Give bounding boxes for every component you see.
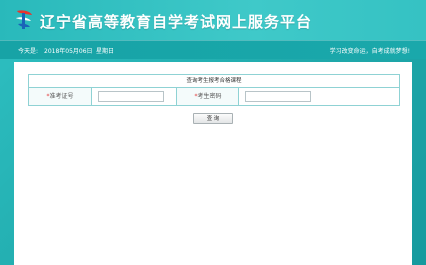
query-button[interactable]: 查 询: [193, 113, 233, 124]
exam-number-label: *准考证号: [29, 88, 91, 105]
password-input[interactable]: [245, 91, 311, 102]
form-row: *准考证号 *考生密码: [29, 88, 399, 105]
current-date: 2018年05月06日: [44, 48, 93, 55]
site-title: 辽宁省高等教育自学考试网上服务平台: [40, 13, 313, 31]
date-label: 今天是:: [18, 48, 39, 55]
exam-number-cell: [91, 88, 177, 105]
info-bar: 今天是: 2018年05月06日 星期日 学习改变命运，自考成就梦想!: [0, 40, 426, 59]
form-title: 查询考生报考合格课程: [29, 75, 399, 88]
weekday: 星期日: [96, 48, 115, 55]
exam-number-input[interactable]: [98, 91, 164, 102]
logo-icon: [16, 10, 32, 29]
password-cell: [238, 88, 400, 105]
site-header: 辽宁省高等教育自学考试网上服务平台: [0, 0, 426, 40]
main-content: 查询考生报考合格课程 *准考证号 *考生密码 查 询: [14, 62, 412, 265]
query-form: 查询考生报考合格课程 *准考证号 *考生密码: [28, 74, 400, 106]
slogan: 学习改变命运，自考成就梦想!: [329, 48, 410, 55]
password-label: *考生密码: [176, 88, 239, 105]
